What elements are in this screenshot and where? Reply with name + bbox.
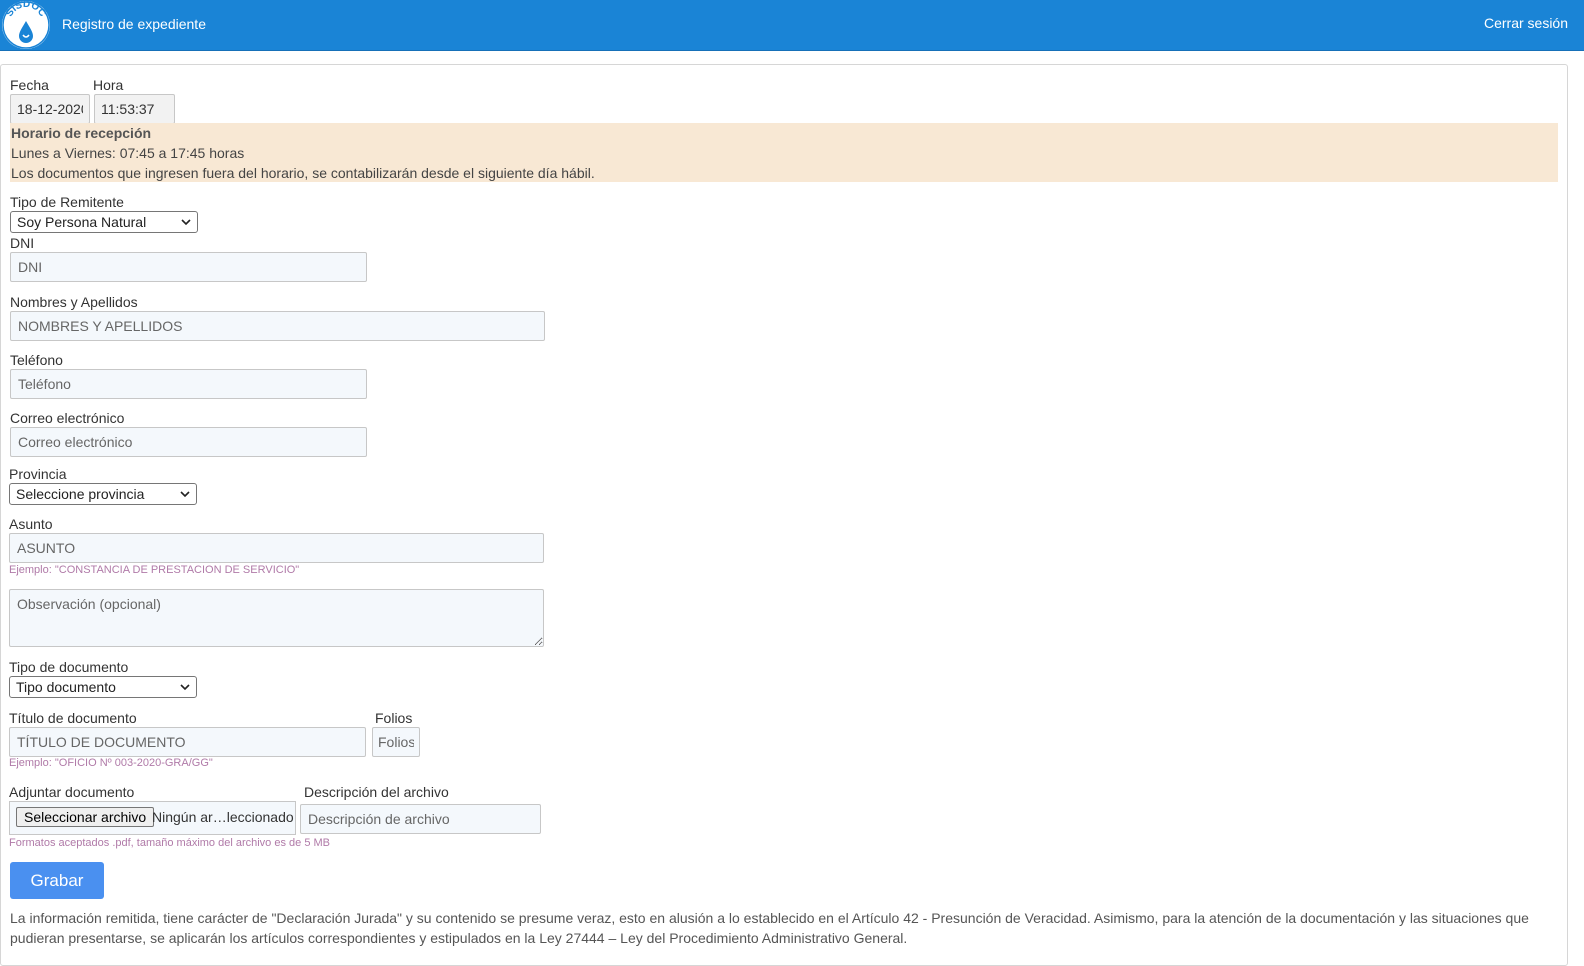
titulo-documento-label: Título de documento [9,710,137,726]
hora-label: Hora [93,77,124,93]
asunto-hint: Ejemplo: "CONSTANCIA DE PRESTACION DE SE… [9,564,300,576]
descripcion-label: Descripción del archivo [304,784,449,800]
observacion-textarea[interactable] [9,589,544,647]
file-status-text: Ningún ar…leccionado [152,809,294,825]
file-upload-control[interactable]: Seleccionar archivo Ningún ar…leccionado [9,801,296,835]
asunto-label: Asunto [9,516,53,532]
form-card: Fecha Hora Horario de recepción Lunes a … [0,64,1568,966]
hora-field[interactable] [94,94,175,124]
tipo-remitente-select[interactable]: Soy Persona Natural [10,211,198,233]
notice-line-policy: Los documentos que ingresen fuera del ho… [11,165,595,181]
provincia-label: Provincia [9,466,67,482]
descripcion-input[interactable] [300,804,541,834]
notice-title: Horario de recepción [11,125,152,141]
tipo-documento-select[interactable]: Tipo documento [9,676,197,698]
titulo-documento-hint: Ejemplo: "OFICIO Nº 003-2020-GRA/GG" [9,757,213,769]
telefono-input[interactable] [10,369,367,399]
nombres-label: Nombres y Apellidos [10,294,138,310]
notice-line-hours: Lunes a Viernes: 07:45 a 17:45 horas [11,145,245,161]
adjuntar-hint: Formatos aceptados .pdf, tamaño máximo d… [9,837,330,849]
tipo-remitente-label: Tipo de Remitente [10,194,124,210]
folios-input[interactable] [372,727,420,757]
dni-input[interactable] [10,252,367,282]
nombres-input[interactable] [10,311,545,341]
logout-link[interactable]: Cerrar sesión [1484,15,1568,31]
provincia-value: Seleccione provincia [16,486,145,502]
top-navbar: SISDOC Registro de expediente Cerrar ses… [0,0,1584,51]
correo-input[interactable] [10,427,367,457]
telefono-label: Teléfono [10,352,63,368]
legal-disclaimer: La información remitida, tiene carácter … [10,910,1529,946]
asunto-input[interactable] [9,533,544,563]
save-button[interactable]: Grabar [10,862,104,899]
sisdoc-logo-icon: SISDOC [2,1,50,49]
tipo-documento-label: Tipo de documento [9,659,129,675]
fecha-label: Fecha [10,77,49,93]
sisdoc-logo[interactable]: SISDOC [2,1,50,49]
reception-hours-notice: Horario de recepción Lunes a Viernes: 07… [10,123,1558,182]
dni-label: DNI [10,235,35,251]
app-title: Registro de expediente [62,16,206,32]
chevron-down-icon [180,491,190,498]
folios-label: Folios [375,710,413,726]
chevron-down-icon [181,219,191,226]
tipo-remitente-value: Soy Persona Natural [17,214,147,230]
titulo-documento-input[interactable] [9,727,366,757]
provincia-select[interactable]: Seleccione provincia [9,483,197,505]
fecha-field[interactable] [10,94,90,124]
correo-label: Correo electrónico [10,410,125,426]
tipo-documento-value: Tipo documento [16,679,116,695]
select-file-button[interactable]: Seleccionar archivo [16,807,155,827]
chevron-down-icon [180,684,190,691]
adjuntar-label: Adjuntar documento [9,784,135,800]
